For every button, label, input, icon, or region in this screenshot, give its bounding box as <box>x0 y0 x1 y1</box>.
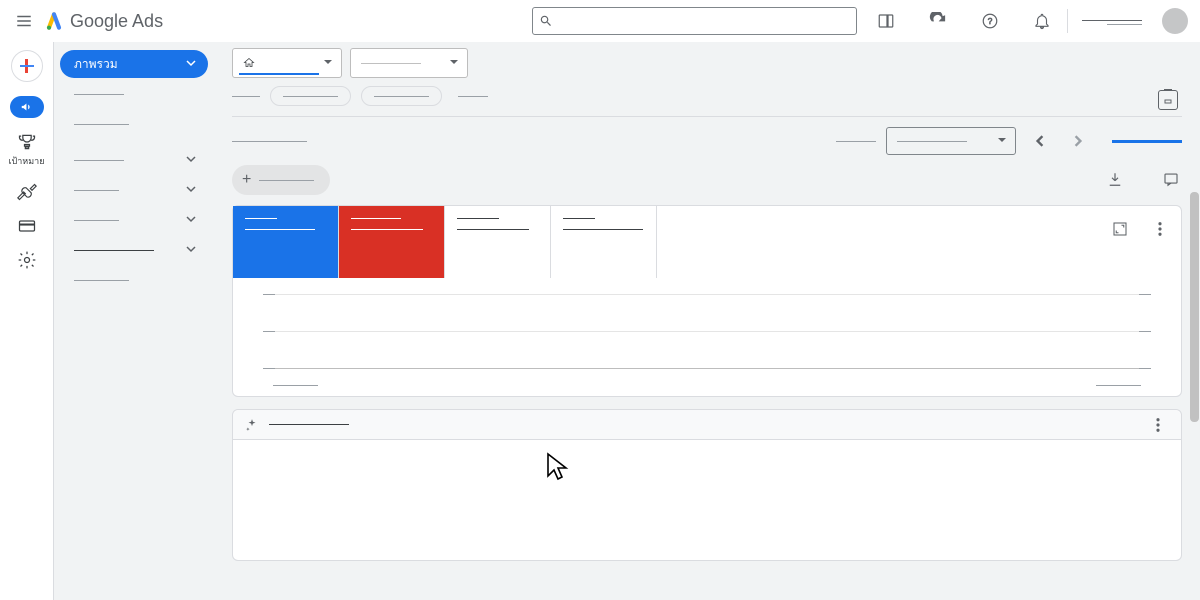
card-icon <box>17 216 37 236</box>
date-range-select[interactable] <box>886 127 1016 155</box>
rail-tools[interactable] <box>8 182 46 202</box>
account-switcher[interactable] <box>1082 17 1142 25</box>
metric-tab-1[interactable] <box>233 206 339 278</box>
header-actions: ? <box>875 10 1053 32</box>
metric-tab-2[interactable] <box>339 206 445 278</box>
date-range-row <box>232 127 1182 155</box>
date-prev-button[interactable] <box>1026 127 1054 155</box>
rail-billing[interactable] <box>8 216 46 236</box>
left-rail: เป้าหมาย <box>0 42 54 600</box>
nav-overview-label: ภาพรวม <box>74 55 118 74</box>
sparkle-icon <box>245 418 259 432</box>
date-next-button[interactable] <box>1064 127 1092 155</box>
product-name: Google Ads <box>70 11 163 32</box>
notifications-icon[interactable] <box>1031 10 1053 32</box>
reports-icon[interactable] <box>875 10 897 32</box>
gear-icon <box>17 250 37 270</box>
dropdown-icon <box>323 54 333 72</box>
chart-area <box>233 278 1181 385</box>
chips-label <box>232 96 260 97</box>
search-icon <box>539 14 553 28</box>
nav-item-1[interactable] <box>60 80 208 108</box>
product-logo[interactable]: Google Ads <box>44 11 163 32</box>
metric-tab-3[interactable] <box>445 206 551 278</box>
header-divider <box>1067 9 1068 33</box>
help-icon[interactable]: ? <box>979 10 1001 32</box>
card2-title <box>269 424 349 425</box>
campaign-select[interactable] <box>350 48 468 78</box>
performance-card <box>232 205 1182 397</box>
page-title <box>232 141 307 142</box>
dropdown-icon <box>997 132 1007 150</box>
nav-overview[interactable]: ภาพรวม <box>60 50 208 78</box>
refresh-icon[interactable] <box>927 10 949 32</box>
nav-item-2[interactable] <box>60 110 208 138</box>
chart-x-axis <box>233 385 1181 396</box>
main-content: + <box>214 42 1200 600</box>
filter-chip-1[interactable] <box>270 86 351 106</box>
filter-chips <box>232 86 1182 106</box>
search-input[interactable] <box>532 7 857 35</box>
dropdown-icon <box>449 54 459 72</box>
trophy-icon <box>17 132 37 152</box>
account-select[interactable] <box>232 48 342 78</box>
download-icon[interactable] <box>1104 169 1126 191</box>
chips-more[interactable] <box>458 96 488 97</box>
nav-item-4[interactable] <box>60 176 208 204</box>
recommendations-card <box>232 409 1182 561</box>
divider <box>232 116 1182 117</box>
metric-tab-4[interactable] <box>551 206 657 278</box>
nav-item-5[interactable] <box>60 206 208 234</box>
tools-icon <box>17 182 37 202</box>
nav-item-3[interactable] <box>60 146 208 174</box>
rail-campaigns[interactable] <box>8 96 46 118</box>
save-layout-icon[interactable] <box>1158 90 1178 110</box>
svg-text:?: ? <box>988 17 993 26</box>
nav-item-6[interactable] <box>60 236 208 264</box>
section-nav: ภาพรวม <box>54 42 214 600</box>
scope-controls <box>232 48 1182 78</box>
feedback-icon[interactable] <box>1160 169 1182 191</box>
active-indicator <box>1112 140 1182 143</box>
more-vert-icon[interactable] <box>1149 218 1171 240</box>
add-card-button[interactable]: + <box>232 165 330 195</box>
filter-chip-2[interactable] <box>361 86 442 106</box>
scrollbar[interactable] <box>1188 42 1200 600</box>
chevron-down-icon <box>186 57 196 71</box>
hamburger-menu-icon[interactable] <box>12 9 36 33</box>
app-header: Google Ads ? <box>0 0 1200 42</box>
ads-logo-icon <box>44 11 64 31</box>
more-vert-icon[interactable] <box>1147 414 1169 436</box>
plus-icon: + <box>242 171 251 189</box>
rail-goals[interactable]: เป้าหมาย <box>8 132 46 168</box>
nav-item-7[interactable] <box>60 266 208 294</box>
avatar[interactable] <box>1162 8 1188 34</box>
rail-goals-label: เป้าหมาย <box>8 154 44 168</box>
megaphone-icon <box>10 96 44 118</box>
rail-admin[interactable] <box>8 250 46 270</box>
home-icon <box>243 57 255 69</box>
create-button[interactable] <box>11 50 43 82</box>
expand-chart-icon[interactable] <box>1109 218 1131 240</box>
